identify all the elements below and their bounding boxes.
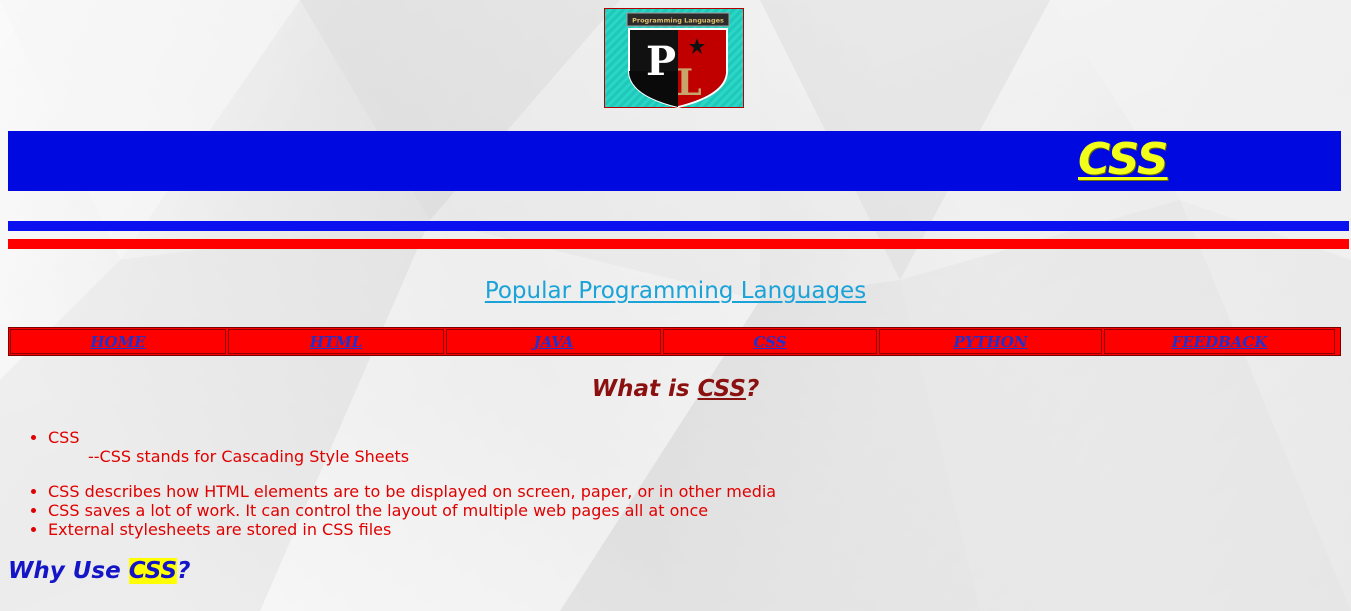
what-is-heading-suffix: ? [745,376,760,402]
nav-cell-python: PYTHON [879,329,1102,354]
why-use-heading: Why Use CSS? [8,558,190,584]
nav-link-java[interactable]: JAVA [534,333,574,351]
site-logo[interactable]: Programming Languages P L [604,8,744,109]
nav-link-home[interactable]: HOME [90,333,145,351]
red-divider [8,239,1349,249]
nav-link-html[interactable]: HTML [310,333,363,351]
main-navigation: HOME HTML JAVA CSS PYTHON FEEDBACK [8,327,1341,356]
why-use-heading-prefix: Why Use [8,558,129,584]
list-item-title: CSS [48,428,80,447]
what-is-heading: What is CSS? [0,376,1351,402]
nav-cell-home: HOME [10,329,226,354]
css-facts-list: CSS --CSS stands for Cascading Style She… [28,428,776,539]
logo-caption: Programming Languages [632,17,724,25]
why-use-heading-term: CSS [128,558,178,584]
nav-cell-html: HTML [228,329,444,354]
blue-divider [8,221,1349,231]
list-spacer [48,466,776,482]
logo-letter-l: L [676,62,701,104]
list-item-detail: --CSS stands for Cascading Style Sheets [88,447,410,466]
what-is-heading-term: CSS [697,376,746,402]
nav-cell-java: JAVA [446,329,661,354]
site-subtitle-link[interactable]: Popular Programming Languages [0,278,1351,304]
nav-link-css[interactable]: CSS [753,333,786,351]
logo-letter-p: P [646,38,676,85]
what-is-heading-prefix: What is [591,376,698,402]
list-item: External stylesheets are stored in CSS f… [48,520,776,539]
nav-cell-feedback: FEEDBACK [1104,329,1335,354]
shield-logo-icon: Programming Languages P L [626,12,730,109]
nav-link-feedback[interactable]: FEEDBACK [1172,333,1268,351]
list-item: CSS describes how HTML elements are to b… [48,482,776,501]
banner-title: CSS [1078,134,1169,185]
nav-link-python[interactable]: PYTHON [953,333,1027,351]
nav-cell-css: CSS [663,329,877,354]
list-item: CSS saves a lot of work. It can control … [48,501,776,520]
why-use-heading-suffix: ? [177,558,191,584]
list-item: CSS --CSS stands for Cascading Style She… [48,428,776,466]
